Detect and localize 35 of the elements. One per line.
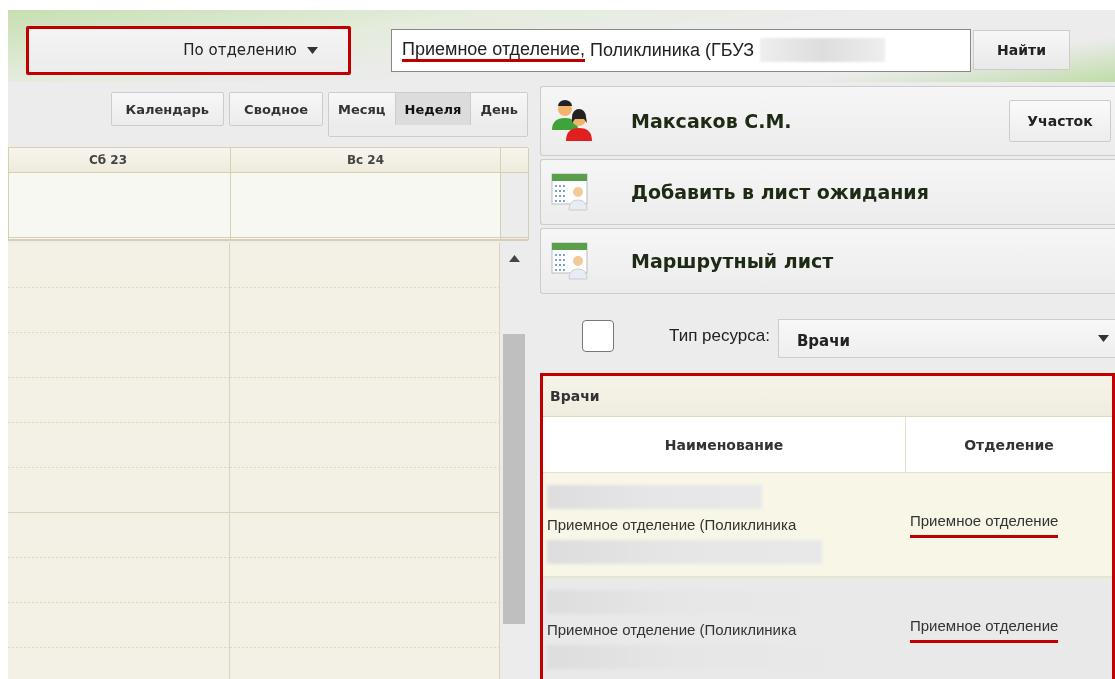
toolbar-button[interactable]: Календарь [110,92,225,126]
caret-icon [1098,334,1109,342]
view-tab[interactable]: Неделя [395,93,472,125]
scroll-up-icon[interactable] [508,255,520,262]
panel-title: Врачи [543,376,1112,417]
action-row[interactable]: Маршрутный лист [540,228,1115,294]
scrollbar-thumb[interactable] [503,334,525,624]
day-header: Вс 24 [231,148,501,173]
table-cell: Приемное отделение [910,616,1059,643]
list-person-icon [551,242,591,280]
checkbox[interactable] [582,320,614,352]
view-tab[interactable]: Месяц [329,93,396,125]
action-row[interactable]: Добавить в лист ожидания [540,159,1115,225]
toolbar-button[interactable]: Сводное [229,92,324,126]
mode-dropdown[interactable]: По отделению [26,25,351,75]
district-button[interactable]: Участок [1009,100,1111,142]
table-cell-text: Приемное отделение (Поликлиника [547,621,798,638]
search-button[interactable]: Найти [973,30,1070,70]
action-row[interactable]: Максаков С.М. Участок [540,86,1115,156]
list-person-icon [551,173,591,211]
field-label: Тип ресурса: [669,326,770,346]
resource-type-dropdown[interactable]: Врачи [777,318,1115,358]
column-header[interactable]: Отделение [906,417,1112,472]
action-label: Добавить в лист ожидания [631,181,930,203]
two-people-icon [551,100,593,142]
action-label: Маршрутный лист [631,250,835,272]
caret-icon [307,46,318,54]
day-header: Сб 23 [9,148,231,173]
column-header[interactable]: Наименование [543,417,906,472]
table-row[interactable]: Приемное отделение (Поликлиника Приемное отделение [543,473,1112,578]
table-cell: Приемное отделение [910,511,1059,538]
table-cell-text: Приемное отделение (Поликлиника [547,516,798,533]
search-field[interactable]: Приемное отделение, Поликлиника (ГБУЗ [391,28,971,72]
table-row[interactable]: Приемное отделение (Поликлиника Приемное отделение [543,578,1112,679]
patient-name: Максаков С.М. [631,110,793,132]
